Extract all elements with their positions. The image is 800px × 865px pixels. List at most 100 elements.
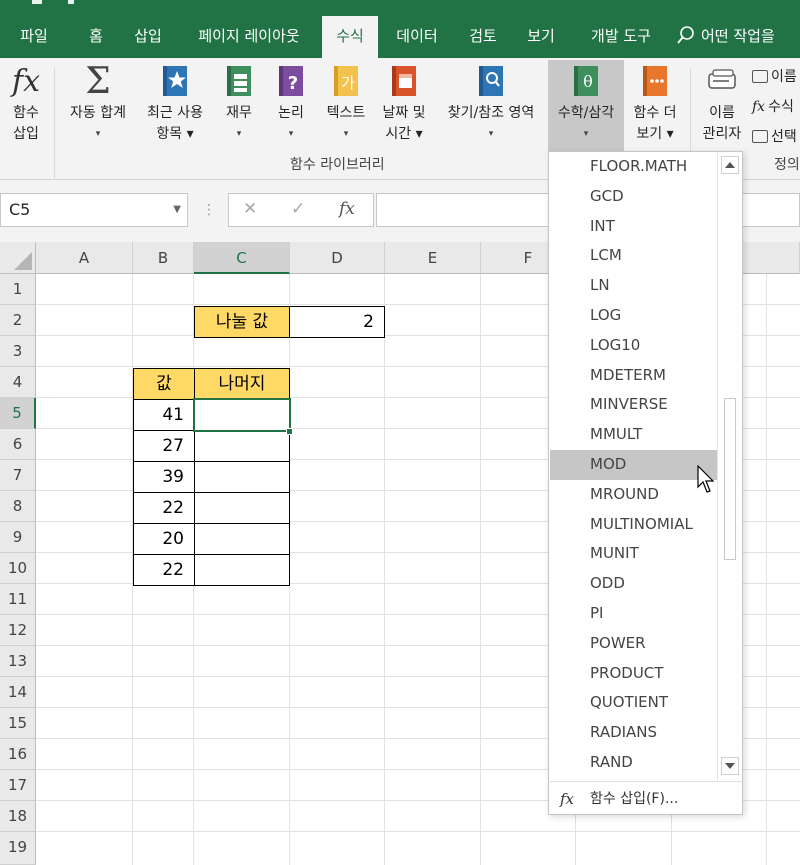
column-header-c[interactable]: C [194, 242, 290, 274]
row-header[interactable]: 17 [0, 770, 36, 801]
function-item-odd[interactable]: ODD [550, 569, 718, 599]
tell-me-search[interactable]: 어떤 작업을 [676, 16, 775, 58]
row-header[interactable]: 16 [0, 739, 36, 770]
row-header[interactable]: 14 [0, 677, 36, 708]
divisor-label-cell[interactable]: 나눌 값 [194, 306, 290, 338]
tab-data[interactable]: 데이터 [386, 16, 448, 58]
function-item-int[interactable]: INT [550, 212, 718, 242]
autosum-button[interactable]: Σ 자동 합계 ▾ [62, 62, 134, 145]
remainder-cell[interactable] [194, 430, 290, 462]
row-header[interactable]: 19 [0, 832, 36, 865]
save-icon[interactable] [32, 0, 42, 4]
function-item-power[interactable]: POWER [550, 629, 718, 659]
column-header-e[interactable]: E [385, 242, 481, 274]
tab-page-layout[interactable]: 페이지 레이아웃 [184, 16, 314, 58]
insert-function-menu-item[interactable]: fx 함수 삽입(F)... [550, 781, 742, 815]
value-cell[interactable]: 22 [133, 492, 195, 524]
function-item-minverse[interactable]: MINVERSE [550, 390, 718, 420]
function-item-mmult[interactable]: MMULT [550, 420, 718, 450]
tab-home[interactable]: 홈 [76, 16, 116, 58]
use-in-formula-button[interactable]: fx 수식 [752, 96, 794, 116]
scrollbar-thumb[interactable] [724, 398, 736, 560]
scroll-up-button[interactable] [721, 156, 739, 174]
value-cell[interactable]: 20 [133, 523, 195, 555]
lookup-reference-button[interactable]: 찾기/참조 영역 ▾ [436, 62, 546, 145]
scroll-down-button[interactable] [721, 757, 739, 775]
function-item-munit[interactable]: MUNIT [550, 539, 718, 569]
define-name-button[interactable]: 이름 [752, 66, 797, 86]
function-item-quotient[interactable]: QUOTIENT [550, 688, 718, 718]
name-manager-button[interactable]: 이름 관리자 [696, 62, 748, 145]
undo-icon[interactable] [68, 0, 74, 4]
cancel-icon[interactable]: ✕ [243, 199, 257, 219]
enter-check-icon[interactable]: ✓ [291, 199, 305, 219]
value-cell[interactable]: 22 [133, 554, 195, 586]
dropdown-scrollbar[interactable] [717, 153, 741, 781]
row-header[interactable]: 7 [0, 460, 36, 491]
function-item-mround[interactable]: MROUND [550, 480, 718, 510]
row-header[interactable]: 2 [0, 305, 36, 336]
name-box[interactable]: C5 ▼ [0, 193, 188, 227]
function-item-log10[interactable]: LOG10 [550, 331, 718, 361]
remainder-cell[interactable] [194, 492, 290, 524]
column-header-d[interactable]: D [290, 242, 385, 274]
drag-handle-icon[interactable]: ⋮ [202, 202, 216, 218]
value-cell[interactable]: 27 [133, 430, 195, 462]
function-item-mod[interactable]: MOD [550, 450, 718, 480]
insert-function-button[interactable]: fx 함수 삽입 [4, 62, 48, 145]
row-header[interactable]: 6 [0, 429, 36, 460]
function-item-floor-math[interactable]: FLOOR.MATH [550, 152, 718, 182]
row-header[interactable]: 15 [0, 708, 36, 739]
row-header[interactable]: 5 [0, 398, 36, 429]
select-all-corner[interactable] [0, 242, 36, 274]
divisor-value-cell[interactable]: 2 [289, 306, 385, 338]
function-item-ln[interactable]: LN [550, 271, 718, 301]
row-header[interactable]: 4 [0, 367, 36, 398]
recently-used-button[interactable]: 최근 사용 항목 ▾ [138, 62, 212, 145]
row-header[interactable]: 1 [0, 274, 36, 305]
logical-button[interactable]: ? 논리 ▾ [268, 62, 314, 145]
active-cell-selection[interactable] [193, 398, 291, 432]
value-header-cell[interactable]: 값 [133, 368, 195, 400]
row-header[interactable]: 13 [0, 646, 36, 677]
math-trig-button[interactable]: θ 수학/삼각 ▾ [548, 60, 624, 153]
value-cell[interactable]: 39 [133, 461, 195, 493]
tab-insert[interactable]: 삽입 [124, 16, 172, 58]
text-functions-button[interactable]: 가 텍스트 ▾ [318, 62, 374, 145]
column-header-b[interactable]: B [133, 242, 194, 274]
column-header-a[interactable]: A [36, 242, 133, 274]
insert-function-fx-icon[interactable]: fx [339, 199, 355, 219]
row-header[interactable]: 12 [0, 615, 36, 646]
function-item-lcm[interactable]: LCM [550, 241, 718, 271]
create-from-selection-button[interactable]: 선택 [752, 126, 797, 146]
function-item-multinomial[interactable]: MULTINOMIAL [550, 510, 718, 540]
row-header[interactable]: 11 [0, 584, 36, 615]
remainder-cell[interactable] [194, 523, 290, 555]
fill-handle[interactable] [286, 428, 293, 435]
chevron-down-icon[interactable]: ▼ [173, 194, 181, 226]
remainder-header-cell[interactable]: 나머지 [194, 368, 290, 400]
remainder-cell[interactable] [194, 461, 290, 493]
value-cell[interactable]: 41 [133, 399, 195, 431]
row-header[interactable]: 9 [0, 522, 36, 553]
function-item-radians[interactable]: RADIANS [550, 718, 718, 748]
function-item-log[interactable]: LOG [550, 301, 718, 331]
more-functions-button[interactable]: 함수 더 보기 ▾ [626, 62, 684, 145]
financial-button[interactable]: 재무 ▾ [216, 62, 262, 145]
row-header[interactable]: 3 [0, 336, 36, 367]
row-header[interactable]: 8 [0, 491, 36, 522]
date-time-button[interactable]: 날짜 및 시간 ▾ [376, 62, 432, 145]
function-item-mdeterm[interactable]: MDETERM [550, 361, 718, 391]
function-item-pi[interactable]: PI [550, 599, 718, 629]
function-item-gcd[interactable]: GCD [550, 182, 718, 212]
tab-formulas[interactable]: 수식 [322, 16, 378, 58]
tab-developer[interactable]: 개발 도구 [578, 16, 664, 58]
tab-view[interactable]: 보기 [516, 16, 566, 58]
remainder-cell[interactable] [194, 554, 290, 586]
row-header[interactable]: 18 [0, 801, 36, 832]
function-item-rand[interactable]: RAND [550, 748, 718, 778]
tab-review[interactable]: 검토 [458, 16, 508, 58]
function-item-product[interactable]: PRODUCT [550, 659, 718, 689]
tab-file[interactable]: 파일 [10, 16, 58, 58]
row-header[interactable]: 10 [0, 553, 36, 584]
